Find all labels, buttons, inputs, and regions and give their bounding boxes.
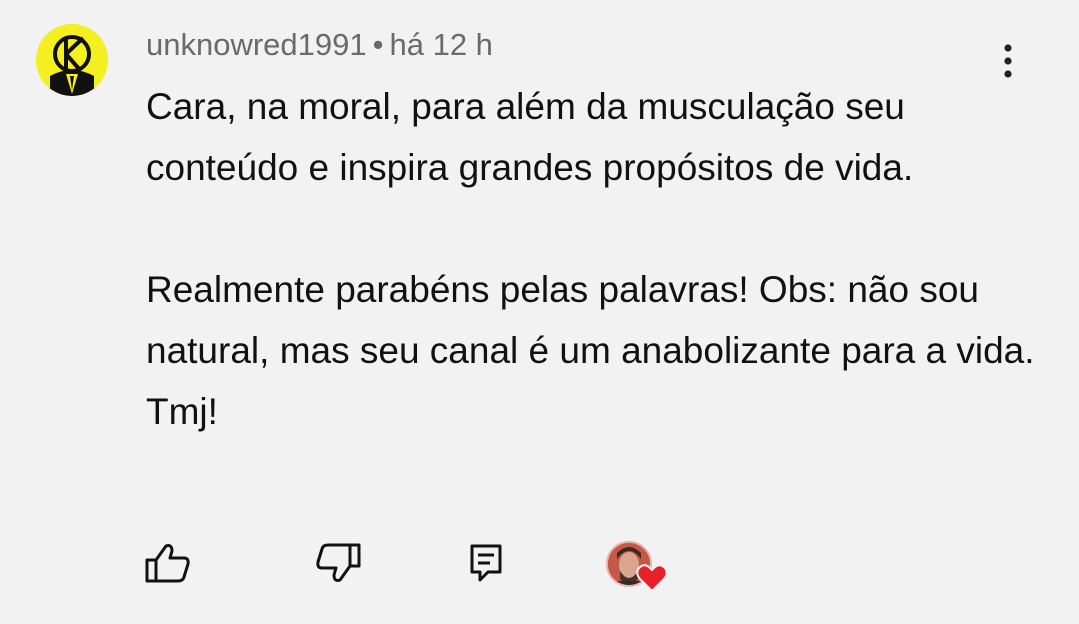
comment-time: há 12 h bbox=[389, 27, 493, 62]
meta-separator: • bbox=[372, 27, 384, 62]
user-avatar[interactable] bbox=[36, 24, 108, 96]
creator-heart-badge bbox=[606, 541, 670, 599]
comment-reply-icon bbox=[470, 544, 502, 582]
reply-button[interactable] bbox=[468, 542, 504, 584]
comment-author[interactable]: unknowred1991 bbox=[146, 27, 367, 62]
comment-meta: unknowred1991 • há 12 h bbox=[146, 26, 493, 64]
heart-icon bbox=[636, 564, 668, 593]
thumbs-up-icon bbox=[145, 544, 190, 583]
dislike-button[interactable] bbox=[314, 542, 362, 584]
thumbs-down-icon bbox=[316, 543, 361, 582]
comment-text: Cara, na moral, para além da musculação … bbox=[146, 86, 1035, 432]
like-button[interactable] bbox=[144, 542, 192, 584]
